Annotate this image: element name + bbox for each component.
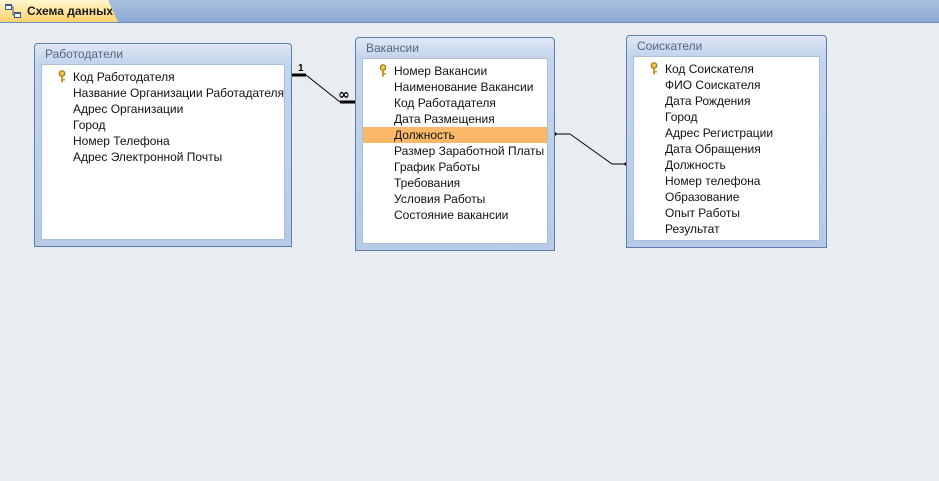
field-list: Код Работодателя Название Организации Ра… [41,64,285,240]
field-item[interactable]: Наименование Вакансии [363,79,547,95]
field-item[interactable]: Город [42,117,284,133]
field-item[interactable]: Номер Телефона [42,133,284,149]
field-item-selected[interactable]: Должность [363,127,547,143]
table-vacancies[interactable]: Вакансии Номер Вакансии Наименование Вак… [355,37,555,251]
primary-key-icon [650,62,658,75]
field-item[interactable]: Дата Рождения [634,93,819,109]
field-item[interactable]: Город [634,109,819,125]
table-employers[interactable]: Работодатели Код Работодателя Название О… [34,43,292,247]
field-list: Код Соискателя ФИО Соискателя Дата Рожде… [633,56,820,241]
field-item[interactable]: Должность [634,157,819,173]
table-title: Вакансии [366,41,419,55]
field-item[interactable]: Адрес Регистрации [634,125,819,141]
field-item[interactable]: Код Соискателя [634,61,819,77]
field-item[interactable]: Образование [634,189,819,205]
field-item[interactable]: Опыт Работы [634,205,819,221]
field-item[interactable]: Дата Обращения [634,141,819,157]
field-item[interactable]: Дата Размещения [363,111,547,127]
employers-vacancies-relation[interactable] [305,74,341,103]
field-item[interactable]: Название Организации Работадателя [42,85,284,101]
field-list: Номер Вакансии Наименование Вакансии Код… [362,58,548,244]
field-item[interactable]: Номер Вакансии [363,63,547,79]
field-item[interactable]: Состояние вакансии [363,207,547,223]
table-title: Работодатели [45,47,124,61]
field-item[interactable]: Размер Заработной Платы [363,143,547,159]
relation-many-label: ∞ [338,87,350,103]
relation-one-label: 1 [298,63,304,74]
field-item[interactable]: Условия Работы [363,191,547,207]
field-item[interactable]: Код Работадателя [363,95,547,111]
field-item[interactable]: Требования [363,175,547,191]
table-title: Соискатели [637,39,703,53]
table-applicants[interactable]: Соискатели Код Соискателя ФИО Соискателя… [626,35,827,248]
field-item[interactable]: Номер телефона [634,173,819,189]
vacancies-applicants-relation[interactable] [569,133,613,165]
field-item[interactable]: Адрес Организации [42,101,284,117]
field-item[interactable]: Результат [634,221,819,237]
primary-key-icon [379,64,387,77]
field-item[interactable]: Адрес Электронной Почты [42,149,284,165]
field-item[interactable]: ФИО Соискателя [634,77,819,93]
field-item[interactable]: Код Работодателя [42,69,284,85]
field-item[interactable]: График Работы [363,159,547,175]
primary-key-icon [58,70,66,83]
